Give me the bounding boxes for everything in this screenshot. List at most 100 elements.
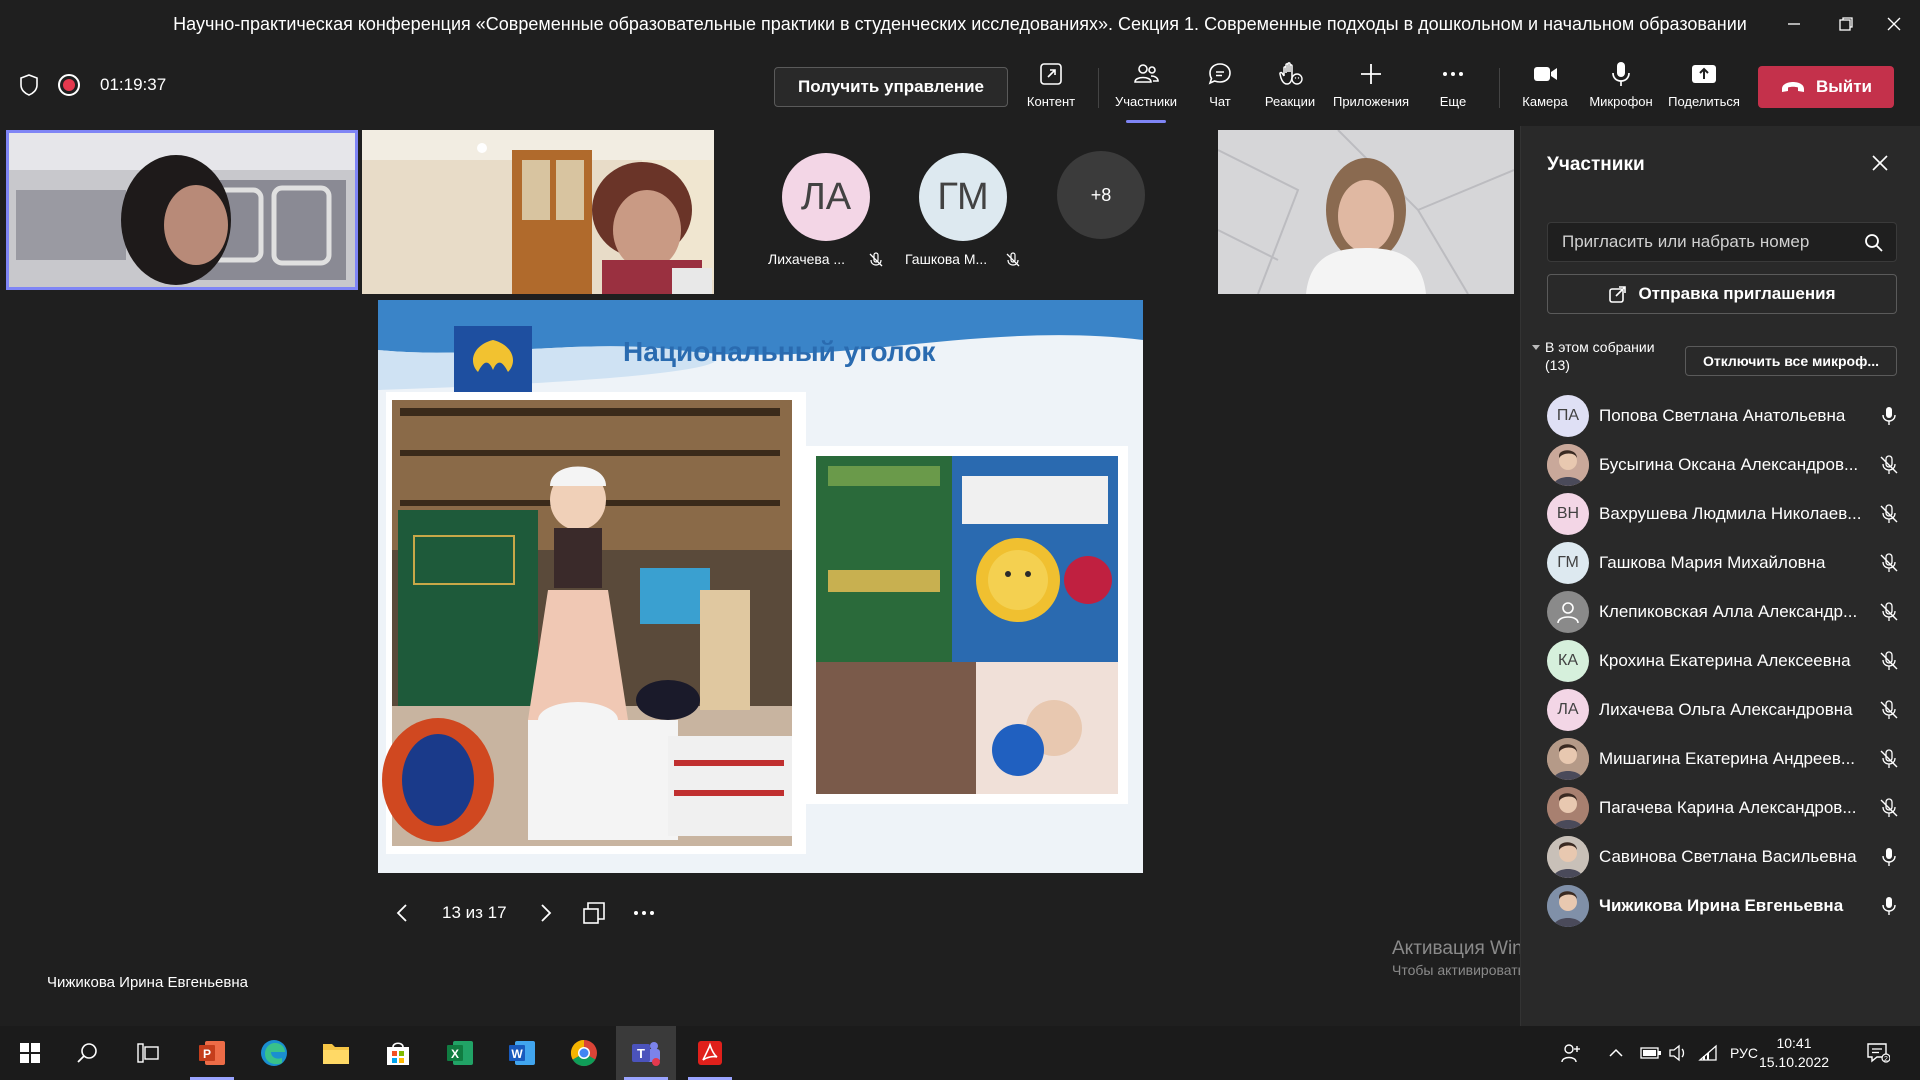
participant-avatar	[1547, 591, 1589, 633]
share-button[interactable]: Поделиться	[1664, 60, 1744, 120]
slide-view-button[interactable]	[582, 898, 606, 928]
task-view-button[interactable]	[118, 1026, 178, 1080]
shared-slide: Национальный уголок	[378, 300, 1143, 873]
search-icon	[1865, 234, 1883, 252]
mic-off-icon	[1879, 798, 1899, 818]
wifi-icon	[1698, 1044, 1717, 1061]
volume-tray-icon[interactable]	[1668, 1026, 1688, 1080]
file-explorer-app[interactable]	[306, 1026, 366, 1080]
apps-label: Приложения	[1332, 94, 1410, 109]
participant-name: Крохина Екатерина Алексеевна	[1599, 651, 1851, 670]
section-label: В этом собрании	[1545, 339, 1655, 355]
microphone-label: Микрофон	[1589, 94, 1653, 109]
battery-icon	[1640, 1047, 1661, 1059]
powerpoint-icon: P	[199, 1041, 225, 1065]
participant-name: Мишагина Екатерина Андреев...	[1599, 749, 1856, 768]
store-app[interactable]	[368, 1026, 428, 1080]
acrobat-app[interactable]	[680, 1026, 740, 1080]
mic-off-icon	[1879, 651, 1899, 671]
participant-name: Вахрушева Людмила Николаев...	[1599, 504, 1862, 523]
restore-button[interactable]	[1820, 0, 1872, 48]
previous-slide-button[interactable]	[392, 898, 414, 928]
participant-avatar	[1547, 787, 1589, 829]
meeting-timer: 01:19:37	[100, 75, 167, 94]
teams-icon: T	[632, 1042, 660, 1066]
svg-text:T: T	[637, 1046, 645, 1061]
participant-name: Пагачева Карина Александров...	[1599, 798, 1857, 817]
apps-button[interactable]: Приложения	[1331, 60, 1411, 120]
share-screen-icon	[1692, 65, 1716, 83]
mic-off-icon	[1879, 749, 1899, 769]
close-window-button[interactable]	[1868, 0, 1920, 48]
video-tile-participant[interactable]	[1218, 130, 1514, 294]
slide-counter: 13 из 17	[442, 903, 507, 922]
video-tile-presenter[interactable]	[6, 130, 358, 290]
mic-on-icon	[1879, 847, 1899, 867]
send-invite-button[interactable]: Отправка приглашения	[1547, 274, 1897, 314]
minimize-button[interactable]	[1768, 0, 1820, 48]
clock-time: 10:41	[1776, 1035, 1812, 1051]
more-participants-tile[interactable]: +8	[1057, 151, 1145, 239]
avatar-name: Гашкова М...	[905, 251, 988, 267]
camera-label: Камера	[1522, 94, 1568, 109]
participant-avatar: ГМ	[1547, 542, 1589, 584]
people-icon	[1134, 64, 1159, 83]
microphone-button[interactable]: Микрофон	[1581, 60, 1661, 120]
chrome-app[interactable]	[554, 1026, 614, 1080]
teams-app[interactable]: T	[616, 1026, 676, 1080]
minimize-icon	[1788, 23, 1800, 25]
more-icon	[634, 911, 654, 915]
start-button[interactable]	[0, 1026, 60, 1080]
avatar-initials: КА	[1558, 652, 1578, 669]
leave-button[interactable]: Выйти	[1758, 66, 1894, 108]
show-hidden-icons-button[interactable]	[1608, 1026, 1624, 1080]
content-button[interactable]: Контент	[1011, 60, 1091, 120]
avatar-likhacheva[interactable]: ЛА	[782, 153, 870, 241]
shield-icon[interactable]	[20, 74, 38, 96]
invite-placeholder: Пригласить или набрать номер	[1562, 232, 1810, 251]
participants-label: Участники	[1114, 94, 1178, 109]
network-tray-icon[interactable]	[1698, 1026, 1718, 1080]
close-icon	[1887, 17, 1901, 31]
camera-button[interactable]: Камера	[1505, 60, 1585, 120]
slide-more-button[interactable]	[632, 898, 656, 928]
participant-row[interactable]: Чижикова Ирина Евгеньевна	[1521, 876, 1920, 936]
chevron-right-icon	[541, 904, 552, 922]
plus-icon	[1361, 64, 1381, 84]
mic-off-icon	[1879, 700, 1899, 720]
mic-off-icon	[869, 252, 883, 267]
video-tile-participant[interactable]	[362, 130, 714, 294]
avatar-gashkova[interactable]: ГМ	[919, 153, 1007, 241]
battery-tray-icon[interactable]	[1640, 1026, 1662, 1080]
close-icon[interactable]	[1869, 152, 1891, 174]
notifications-button[interactable]: 2	[1866, 1026, 1890, 1080]
task-view-icon	[137, 1043, 159, 1063]
search-taskbar-button[interactable]	[58, 1026, 118, 1080]
mute-all-button[interactable]: Отключить все микроф...	[1685, 346, 1897, 376]
meeting-info: 01:19:37	[20, 74, 166, 96]
participants-button[interactable]: Участники	[1106, 60, 1186, 123]
window-title: Научно-практическая конференция «Совреме…	[173, 13, 1747, 34]
in-meeting-section-toggle[interactable]: В этом собрании (13)	[1531, 338, 1655, 374]
more-button[interactable]: Еще	[1413, 60, 1493, 120]
chevron-down-icon	[1532, 345, 1540, 350]
avatar-initials: ГМ	[937, 175, 989, 218]
chat-button[interactable]: Чат	[1180, 60, 1260, 120]
excel-app[interactable]: X	[430, 1026, 490, 1080]
people-tray-icon[interactable]	[1560, 1026, 1582, 1080]
windows-logo-icon	[20, 1043, 40, 1063]
participants-panel: Участники Пригласить или набрать номер О…	[1520, 126, 1920, 1026]
profile-photo	[1547, 738, 1589, 780]
mic-off-icon	[1006, 252, 1020, 267]
edge-app[interactable]	[244, 1026, 304, 1080]
participant-avatar: ПА	[1547, 395, 1589, 437]
powerpoint-app[interactable]: P	[182, 1026, 242, 1080]
invite-search-input[interactable]: Пригласить или набрать номер	[1547, 222, 1897, 262]
taskbar-clock[interactable]: 10:41 15.10.2022	[1754, 1034, 1834, 1072]
next-slide-button[interactable]	[534, 898, 556, 928]
take-control-button[interactable]: Получить управление	[774, 67, 1008, 107]
word-app[interactable]: W	[492, 1026, 552, 1080]
slide-title: Национальный уголок	[623, 336, 936, 367]
reactions-button[interactable]: Реакции	[1250, 60, 1330, 120]
svg-text:W: W	[511, 1047, 523, 1061]
